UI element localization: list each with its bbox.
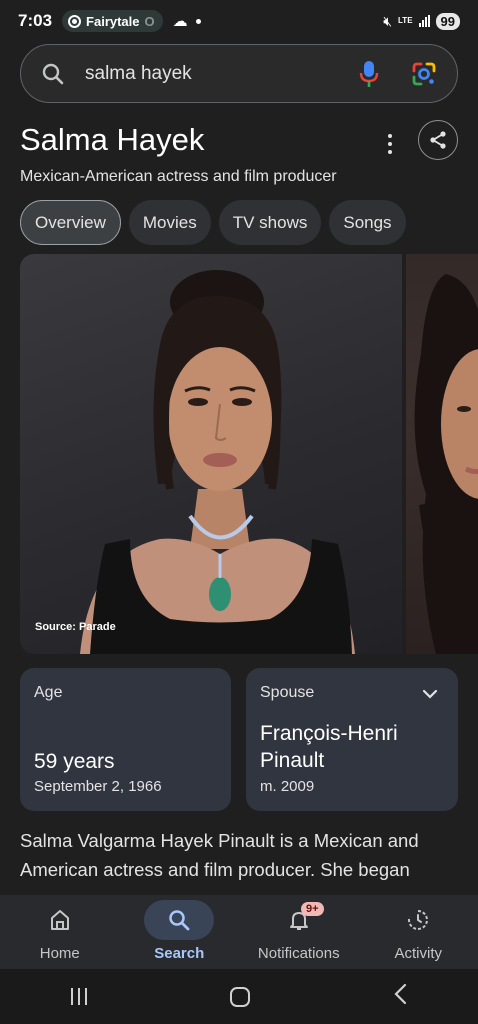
lens-icon[interactable] (411, 61, 437, 87)
cloud-icon: ☁ (172, 13, 188, 30)
bottom-navigation: Home Search 9+ Notifications Activity (0, 895, 478, 969)
portrait-image[interactable]: Source: Parade (20, 254, 402, 654)
status-icons: 🔇︎ LTE 99 (383, 12, 460, 30)
nav-search-label: Search (154, 945, 205, 962)
age-value: 59 years (34, 750, 115, 773)
nav-activity-label: Activity (394, 945, 442, 962)
page-title: Salma Hayek (20, 122, 205, 157)
pill-text-fade: O (144, 13, 155, 29)
now-playing-pill[interactable]: Fairytale O (62, 10, 163, 32)
tab-songs[interactable]: Songs (329, 200, 406, 245)
more-options-icon[interactable] (386, 134, 394, 154)
nav-notifications-label: Notifications (257, 945, 340, 962)
back-icon[interactable] (393, 983, 407, 1010)
spouse-label: Spouse (260, 684, 315, 701)
search-icon (144, 900, 215, 940)
age-card[interactable]: Age 59 years September 2, 1966 (20, 668, 231, 811)
chevron-down-icon[interactable] (422, 686, 438, 704)
age-label: Age (34, 684, 63, 701)
tab-chips: Overview Movies TV shows Songs (20, 200, 406, 245)
network-type: LTE (398, 16, 413, 25)
entity-subtitle: Mexican-American actress and film produc… (20, 168, 337, 185)
share-icon (430, 131, 446, 149)
image-carousel[interactable]: Source: Parade (20, 254, 478, 654)
battery-level: 99 (435, 12, 460, 30)
image-source-label: Source: Parade (35, 621, 116, 633)
nav-notifications[interactable]: 9+ Notifications (239, 895, 359, 969)
entity-description: Salma Valgarma Hayek Pinault is a Mexica… (20, 830, 419, 880)
tab-overview[interactable]: Overview (20, 200, 121, 245)
activity-icon (383, 900, 453, 940)
spouse-card[interactable]: Spouse François-Henri Pinault m. 2009 (246, 668, 458, 811)
tab-movies[interactable]: Movies (128, 200, 211, 245)
home-icon (25, 900, 95, 940)
search-icon (41, 62, 65, 86)
status-bar: 7:03 Fairytale O ☁ 🔇︎ LTE 99 (0, 0, 478, 42)
mute-icon: 🔇︎ (383, 12, 393, 29)
spouse-value: François-Henri Pinault (260, 722, 398, 772)
record-icon (68, 14, 82, 28)
recents-icon[interactable] (71, 988, 88, 1005)
marriage-year: m. 2009 (260, 778, 315, 795)
system-navigation-bar (0, 969, 478, 1024)
nav-activity[interactable]: Activity (359, 895, 478, 969)
search-input[interactable]: salma hayek (85, 63, 359, 85)
signal-icon (418, 15, 430, 27)
mic-icon[interactable] (359, 60, 379, 88)
secondary-image[interactable] (406, 254, 478, 654)
status-time: 7:03 (18, 11, 53, 30)
notification-badge: 9+ (301, 902, 324, 916)
notification-dot-icon (195, 18, 201, 24)
tab-tv-shows[interactable]: TV shows (218, 200, 322, 245)
share-button[interactable] (418, 120, 458, 160)
search-bar[interactable]: salma hayek (20, 44, 458, 103)
system-home-icon[interactable] (229, 986, 250, 1007)
secondary-illustration (414, 274, 478, 654)
pill-text: Fairytale (86, 13, 140, 29)
portrait-illustration (80, 270, 355, 654)
birth-date: September 2, 1966 (34, 778, 162, 795)
nav-search[interactable]: Search (120, 895, 240, 969)
nav-home-label: Home (39, 945, 80, 962)
nav-home[interactable]: Home (0, 895, 120, 969)
